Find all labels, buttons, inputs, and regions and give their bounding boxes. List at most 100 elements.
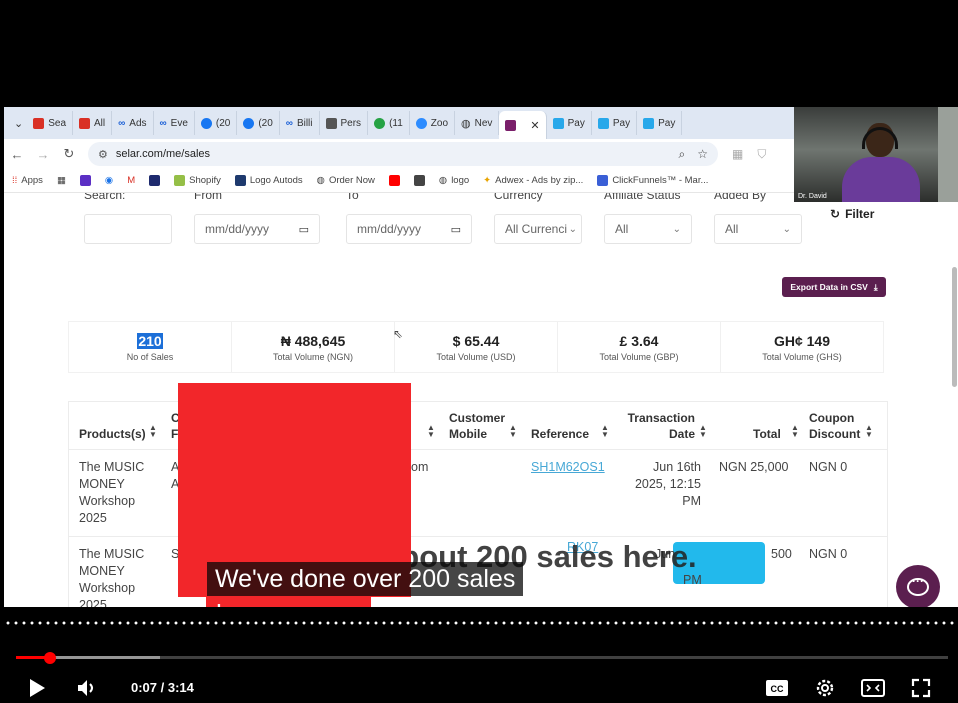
back-icon[interactable]: ← [4, 147, 30, 162]
sort-icon[interactable]: ▲ ▼ [699, 424, 707, 439]
browser-tab[interactable]: Zoo [410, 111, 456, 135]
extension-icon[interactable]: ▦ [732, 147, 743, 161]
paystack-icon [552, 117, 564, 129]
sort-icon[interactable]: ▲ ▼ [509, 424, 517, 439]
bookmark-logo[interactable]: ◍ logo [439, 175, 469, 186]
gear-icon [816, 679, 834, 697]
browser-tab[interactable]: (11 [368, 111, 410, 135]
bookmark-adwex[interactable]: ✦ Adwex - Ads by zip... [483, 175, 583, 186]
filters-bar: Search: From To Currency Affiliate Statu… [68, 193, 888, 265]
browser-tab[interactable]: ◍ Nev [455, 111, 500, 135]
affiliate-status-select[interactable]: All ⌄ [604, 214, 692, 244]
shield-icon[interactable]: ⛉ [757, 147, 766, 162]
bookmark-shopify[interactable]: Shopify [174, 175, 221, 186]
th-coupon-discount[interactable]: Coupon Discount [809, 410, 863, 442]
reference-link[interactable]: SH1M62OS1 [531, 459, 605, 476]
scrubber-handle[interactable] [43, 652, 56, 664]
browser-tab[interactable]: Pay [592, 111, 638, 135]
calendar-icon[interactable]: ▭ [299, 223, 309, 236]
total-cell: NGN 25,000 [719, 460, 789, 474]
sort-icon[interactable]: ▲ ▼ [149, 424, 157, 439]
added-by-label: Added By [714, 193, 767, 202]
sort-icon[interactable]: ▲ ▼ [791, 424, 799, 439]
stat-volume-ghs: GH¢ 149 Total Volume (GHS) [762, 332, 842, 362]
mouse-cursor-icon: ⇖ [393, 327, 404, 341]
browser-tab[interactable]: ∞ Billi [280, 111, 320, 135]
tab-search-chevron-icon[interactable]: ⌄ [10, 117, 27, 130]
paystack-icon [643, 117, 655, 129]
fullscreen-button[interactable] [908, 676, 934, 700]
chevron-down-icon: ⌄ [568, 223, 577, 235]
browser-tab[interactable]: Pers [320, 111, 369, 135]
chat-widget-button[interactable] [896, 565, 940, 607]
browser-tab-strip: ⌄ Sea All ∞ Ads ∞ Eve (20 (20 ∞ Billi Pers … [4, 107, 794, 139]
calendar-icon[interactable]: ▭ [451, 223, 461, 236]
zoom-icon [415, 117, 427, 129]
clickfunnels-icon [597, 175, 609, 186]
bookmark-gmail-icon[interactable]: M [127, 175, 135, 186]
browser-tab[interactable]: Sea [27, 111, 74, 135]
video-frame: ⌄ Sea All ∞ Ads ∞ Eve (20 (20 ∞ Billi Pers … [4, 107, 958, 607]
browser-tab[interactable]: Pay [637, 111, 683, 135]
sort-icon[interactable]: ▲ ▼ [865, 424, 873, 439]
th-products[interactable]: Products(s) [79, 426, 146, 442]
theater-mode-button[interactable] [860, 676, 886, 700]
sales-summary: 210 No of Sales ₦ 488,645 Total Volume (NG… [68, 321, 884, 373]
sort-icon[interactable]: ▲ ▼ [427, 424, 435, 439]
grid-icon[interactable]: ▦ [57, 175, 66, 186]
globe-icon: ◍ [316, 175, 325, 186]
browser-tab[interactable]: (20 [195, 111, 238, 135]
th-reference[interactable]: Reference [531, 426, 589, 442]
address-bar[interactable]: ⚙ selar.com/me/sales ⌕ ☆ [88, 142, 718, 166]
meta-icon: ∞ [159, 117, 167, 129]
video-player[interactable]: ⌄ Sea All ∞ Ads ∞ Eve (20 (20 ∞ Billi Pers … [0, 0, 958, 703]
autods-icon [234, 175, 246, 186]
bookmark-icon[interactable] [149, 175, 161, 186]
currency-select[interactable]: All Currenci ⌄ [494, 214, 582, 244]
forward-icon[interactable]: → [30, 147, 56, 162]
bookmark-star-icon[interactable]: ☆ [697, 147, 708, 162]
settings-button[interactable] [812, 676, 838, 700]
shopify-icon [174, 175, 186, 186]
youtube-icon[interactable] [388, 175, 400, 186]
page-scrollbar[interactable] [952, 267, 957, 387]
to-date-input[interactable]: mm/dd/yyyy ▭ [346, 214, 472, 244]
th-total[interactable]: Total [753, 426, 781, 442]
svg-text:CC: CC [771, 684, 784, 694]
camera-icon[interactable] [413, 175, 425, 186]
bookmark-clickfunnels[interactable]: ClickFunnels™ - Mar... [597, 175, 708, 186]
bookmark-apps[interactable]: ⁞⁞ Apps [12, 175, 43, 186]
added-by-select[interactable]: All ⌄ [714, 214, 802, 244]
browser-tab[interactable]: (20 [237, 111, 280, 135]
browser-tab[interactable]: ∞ Ads [112, 111, 154, 135]
close-tab-icon[interactable]: ✕ [530, 119, 539, 132]
search-input[interactable] [84, 214, 172, 244]
filter-button[interactable]: ↻ Filter [830, 207, 874, 221]
sort-icon[interactable]: ▲ ▼ [601, 424, 609, 439]
bookmark-order-now[interactable]: ◍ Order Now [317, 175, 375, 186]
th-customer-mobile[interactable]: Customer Mobile [449, 410, 509, 442]
site-settings-icon[interactable]: ⚙ [98, 148, 108, 161]
browser-toolbar: ← → ↻ ⚙ selar.com/me/sales ⌕ ☆ ▦ ⛉ [4, 139, 794, 169]
browser-tab[interactable]: All [73, 111, 113, 135]
captions-button[interactable]: CC [764, 676, 790, 700]
reload-icon[interactable]: ↻ [56, 146, 82, 162]
th-transaction-date[interactable]: Transaction Date [623, 410, 695, 442]
url-text: selar.com/me/sales [115, 148, 211, 160]
stat-volume-usd: $ 65.44 Total Volume (USD) [395, 322, 558, 372]
meta-icon: ∞ [118, 117, 126, 129]
browser-tab[interactable]: Pay [547, 111, 592, 135]
zoom-icon[interactable]: ⌕ [679, 147, 686, 162]
burned-in-caption-line2: here. [216, 599, 275, 607]
browser-tab[interactable]: ∞ Eve [154, 111, 195, 135]
play-icon [30, 679, 45, 697]
play-button[interactable] [24, 676, 50, 700]
from-date-input[interactable]: mm/dd/yyyy ▭ [194, 214, 320, 244]
browser-tab-active[interactable]: ✕ [499, 111, 547, 139]
bookmark-icon[interactable] [79, 175, 91, 186]
export-csv-button[interactable]: Export Data in CSV ⤓ [782, 277, 886, 297]
bookmark-globe-icon[interactable]: ◉ [105, 175, 113, 186]
bookmark-logo-autods[interactable]: Logo Autods [234, 175, 303, 186]
volume-button[interactable] [74, 676, 100, 700]
currency-label: Currency [494, 193, 543, 202]
